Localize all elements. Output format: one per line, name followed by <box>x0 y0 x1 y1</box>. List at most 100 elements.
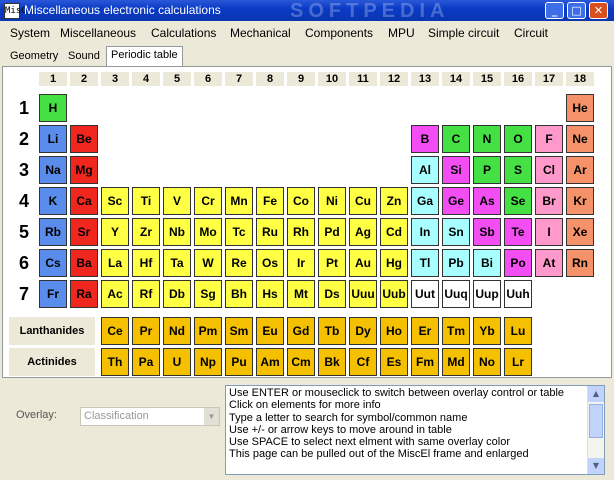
element-cell-tm[interactable]: Tm <box>442 317 470 345</box>
menu-calculations[interactable]: Calculations <box>151 25 216 41</box>
vertical-scrollbar[interactable]: ▲ ▼ <box>587 386 604 474</box>
element-cell-n[interactable]: N <box>473 125 501 153</box>
element-cell-sg[interactable]: Sg <box>194 280 222 308</box>
chevron-down-icon[interactable]: ▼ <box>204 408 219 425</box>
element-cell-ru[interactable]: Ru <box>256 218 284 246</box>
element-cell-w[interactable]: W <box>194 249 222 277</box>
element-cell-re[interactable]: Re <box>225 249 253 277</box>
element-cell-y[interactable]: Y <box>101 218 129 246</box>
element-cell-cf[interactable]: Cf <box>349 348 377 376</box>
element-cell-hg[interactable]: Hg <box>380 249 408 277</box>
element-cell-ca[interactable]: Ca <box>70 187 98 215</box>
element-cell-au[interactable]: Au <box>349 249 377 277</box>
element-cell-ra[interactable]: Ra <box>70 280 98 308</box>
element-cell-np[interactable]: Np <box>194 348 222 376</box>
element-cell-lr[interactable]: Lr <box>504 348 532 376</box>
scroll-down-icon[interactable]: ▼ <box>588 458 604 474</box>
element-cell-dy[interactable]: Dy <box>349 317 377 345</box>
element-cell-in[interactable]: In <box>411 218 439 246</box>
element-cell-p[interactable]: P <box>473 156 501 184</box>
element-cell-md[interactable]: Md <box>442 348 470 376</box>
element-cell-sr[interactable]: Sr <box>70 218 98 246</box>
element-cell-cl[interactable]: Cl <box>535 156 563 184</box>
element-cell-u[interactable]: U <box>163 348 191 376</box>
element-cell-ac[interactable]: Ac <box>101 280 129 308</box>
element-cell-pr[interactable]: Pr <box>132 317 160 345</box>
element-cell-mg[interactable]: Mg <box>70 156 98 184</box>
element-cell-he[interactable]: He <box>566 94 594 122</box>
element-cell-ta[interactable]: Ta <box>163 249 191 277</box>
element-cell-mo[interactable]: Mo <box>194 218 222 246</box>
element-cell-ga[interactable]: Ga <box>411 187 439 215</box>
menu-system[interactable]: System <box>10 25 50 41</box>
element-cell-mt[interactable]: Mt <box>287 280 315 308</box>
element-cell-rh[interactable]: Rh <box>287 218 315 246</box>
element-cell-xe[interactable]: Xe <box>566 218 594 246</box>
element-cell-cm[interactable]: Cm <box>287 348 315 376</box>
info-textbox[interactable]: Use ENTER or mouseclick to switch betwee… <box>225 385 605 475</box>
element-cell-pa[interactable]: Pa <box>132 348 160 376</box>
element-cell-ti[interactable]: Ti <box>132 187 160 215</box>
element-cell-o[interactable]: O <box>504 125 532 153</box>
element-cell-si[interactable]: Si <box>442 156 470 184</box>
maximize-button[interactable]: □ <box>567 2 586 19</box>
element-cell-gd[interactable]: Gd <box>287 317 315 345</box>
element-cell-rf[interactable]: Rf <box>132 280 160 308</box>
element-cell-la[interactable]: La <box>101 249 129 277</box>
element-cell-f[interactable]: F <box>535 125 563 153</box>
element-cell-co[interactable]: Co <box>287 187 315 215</box>
menu-mechanical[interactable]: Mechanical <box>230 25 291 41</box>
element-cell-cr[interactable]: Cr <box>194 187 222 215</box>
element-cell-hf[interactable]: Hf <box>132 249 160 277</box>
element-cell-os[interactable]: Os <box>256 249 284 277</box>
scroll-thumb[interactable] <box>589 404 603 438</box>
element-cell-ni[interactable]: Ni <box>318 187 346 215</box>
element-cell-uut[interactable]: Uut <box>411 280 439 308</box>
element-cell-sn[interactable]: Sn <box>442 218 470 246</box>
element-cell-nb[interactable]: Nb <box>163 218 191 246</box>
element-cell-rn[interactable]: Rn <box>566 249 594 277</box>
element-cell-uup[interactable]: Uup <box>473 280 501 308</box>
element-cell-bk[interactable]: Bk <box>318 348 346 376</box>
element-cell-h[interactable]: H <box>39 94 67 122</box>
element-cell-hs[interactable]: Hs <box>256 280 284 308</box>
element-cell-bh[interactable]: Bh <box>225 280 253 308</box>
element-cell-se[interactable]: Se <box>504 187 532 215</box>
element-cell-bi[interactable]: Bi <box>473 249 501 277</box>
element-cell-i[interactable]: I <box>535 218 563 246</box>
close-button[interactable]: ✕ <box>589 2 608 19</box>
element-cell-tc[interactable]: Tc <box>225 218 253 246</box>
element-cell-pm[interactable]: Pm <box>194 317 222 345</box>
element-cell-ba[interactable]: Ba <box>70 249 98 277</box>
element-cell-th[interactable]: Th <box>101 348 129 376</box>
element-cell-yb[interactable]: Yb <box>473 317 501 345</box>
menu-miscellaneous[interactable]: Miscellaneous <box>60 25 136 41</box>
element-cell-zn[interactable]: Zn <box>380 187 408 215</box>
element-cell-pt[interactable]: Pt <box>318 249 346 277</box>
element-cell-eu[interactable]: Eu <box>256 317 284 345</box>
tab-periodic-table[interactable]: Periodic table <box>106 46 183 66</box>
element-cell-uuq[interactable]: Uuq <box>442 280 470 308</box>
element-cell-fm[interactable]: Fm <box>411 348 439 376</box>
element-cell-ds[interactable]: Ds <box>318 280 346 308</box>
element-cell-pb[interactable]: Pb <box>442 249 470 277</box>
element-cell-s[interactable]: S <box>504 156 532 184</box>
element-cell-po[interactable]: Po <box>504 249 532 277</box>
element-cell-ne[interactable]: Ne <box>566 125 594 153</box>
element-cell-ag[interactable]: Ag <box>349 218 377 246</box>
tab-sound[interactable]: Sound <box>64 48 104 65</box>
element-cell-er[interactable]: Er <box>411 317 439 345</box>
element-cell-lu[interactable]: Lu <box>504 317 532 345</box>
element-cell-mn[interactable]: Mn <box>225 187 253 215</box>
element-cell-uuh[interactable]: Uuh <box>504 280 532 308</box>
element-cell-tl[interactable]: Tl <box>411 249 439 277</box>
element-cell-zr[interactable]: Zr <box>132 218 160 246</box>
minimize-button[interactable]: _ <box>545 2 564 19</box>
element-cell-ge[interactable]: Ge <box>442 187 470 215</box>
element-cell-cd[interactable]: Cd <box>380 218 408 246</box>
menu-circuit[interactable]: Circuit <box>514 25 548 41</box>
menu-components[interactable]: Components <box>305 25 373 41</box>
element-cell-li[interactable]: Li <box>39 125 67 153</box>
element-cell-cs[interactable]: Cs <box>39 249 67 277</box>
element-cell-es[interactable]: Es <box>380 348 408 376</box>
